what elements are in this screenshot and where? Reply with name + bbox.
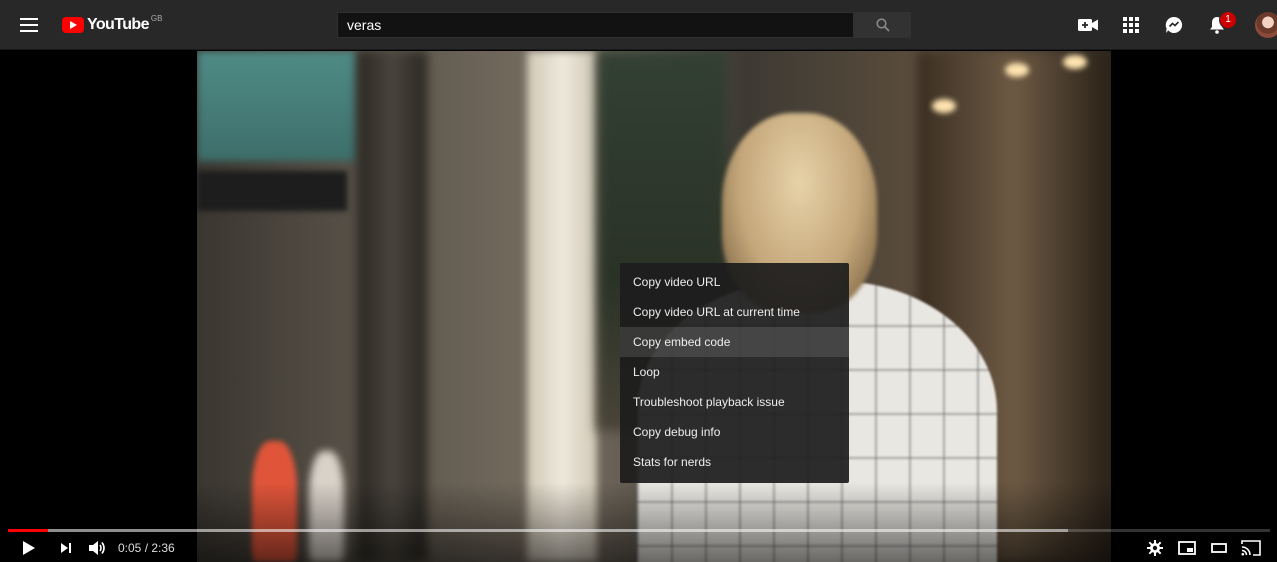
messages-icon: [1165, 16, 1183, 33]
cast-button[interactable]: [1240, 538, 1262, 558]
avatar[interactable]: [1255, 12, 1277, 38]
progress-bar[interactable]: [8, 529, 1270, 532]
theater-mode-icon: [1211, 543, 1227, 553]
video-scene-light: [1005, 63, 1029, 77]
miniplayer-icon: [1178, 541, 1196, 555]
time-display: 0:05 / 2:36: [118, 541, 175, 555]
notification-badge: 1: [1219, 11, 1237, 29]
video-scene-light: [932, 99, 956, 113]
video-controls-gradient: [197, 482, 1111, 562]
search-input[interactable]: veras: [337, 12, 854, 38]
video-scene-awning: [197, 51, 357, 161]
settings-button[interactable]: [1144, 538, 1166, 558]
theater-mode-button[interactable]: [1208, 538, 1230, 558]
video-scene-sign: [197, 171, 347, 211]
gear-icon: [1147, 540, 1163, 556]
play-icon: [23, 541, 35, 555]
context-menu-copy-video-url[interactable]: Copy video URL: [620, 267, 849, 297]
hamburger-icon[interactable]: [18, 15, 40, 35]
region-code: GB: [150, 14, 163, 23]
player-context-menu: Copy video URL Copy video URL at current…: [620, 263, 849, 483]
next-icon: [61, 543, 71, 553]
play-button[interactable]: [18, 538, 40, 558]
context-menu-copy-embed-code[interactable]: Copy embed code: [620, 327, 849, 357]
context-menu-stats-for-nerds[interactable]: Stats for nerds: [620, 447, 849, 477]
apps-button[interactable]: [1120, 14, 1142, 36]
masthead: YouTube GB veras 1: [0, 0, 1277, 50]
miniplayer-button[interactable]: [1176, 538, 1198, 558]
search-button[interactable]: [854, 12, 911, 38]
progress-buffered: [8, 529, 1069, 532]
video-scene-light: [1063, 55, 1087, 69]
logo-wordmark: YouTube: [87, 16, 149, 33]
context-menu-troubleshoot[interactable]: Troubleshoot playback issue: [620, 387, 849, 417]
video-camera-plus-icon: [1078, 19, 1098, 31]
progress-played: [8, 529, 49, 532]
context-menu-loop[interactable]: Loop: [620, 357, 849, 387]
youtube-play-logo-icon: [62, 17, 84, 33]
youtube-logo[interactable]: YouTube GB: [62, 14, 162, 38]
search-icon: [875, 18, 890, 32]
context-menu-copy-debug-info[interactable]: Copy debug info: [620, 417, 849, 447]
volume-icon: [89, 541, 105, 555]
mute-button[interactable]: [86, 538, 108, 558]
next-button[interactable]: [55, 538, 77, 558]
cast-icon: [1241, 540, 1261, 556]
create-video-button[interactable]: [1077, 14, 1099, 36]
messages-button[interactable]: [1163, 14, 1185, 36]
context-menu-copy-video-url-at-time[interactable]: Copy video URL at current time: [620, 297, 849, 327]
apps-grid-icon: [1123, 17, 1139, 33]
